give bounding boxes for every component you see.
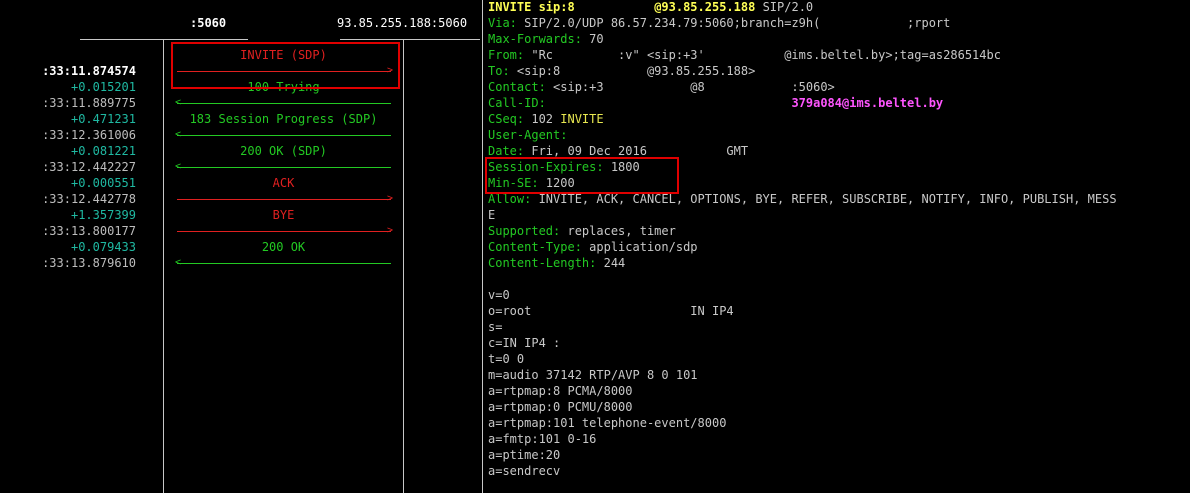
header-name: Allow:: [488, 192, 532, 206]
sip-request-line: INVITE sip:8 @93.85.255.188 SIP/2.0: [488, 0, 813, 15]
header-name: CSeq:: [488, 112, 525, 126]
lifeline-left: [163, 40, 164, 493]
sip-header: Call-ID: 379a084@ims.beltel.by: [488, 95, 943, 111]
header-name: Content-Length:: [488, 256, 597, 270]
masked-gap: [575, 0, 654, 14]
sdp-line: t=0 0: [488, 352, 525, 366]
message-label: 200 OK: [261, 240, 306, 254]
sip-header: Content-Type: application/sdp: [488, 239, 698, 255]
header-value: Fri, 09 Dec 2016 GMT: [524, 144, 749, 158]
sdp-line: a=rtpmap:8 PCMA/8000: [488, 384, 633, 398]
sip-header: Contact: <sip:+3 @8 :5060>: [488, 79, 835, 95]
sip-header: Supported: replaces, timer: [488, 223, 676, 239]
sdp-line: a=sendrecv: [488, 464, 561, 478]
timestamp: :33:13.879610: [42, 256, 136, 270]
sdp-line: c=IN IP4 :: [488, 336, 561, 350]
header-name: To:: [488, 64, 510, 78]
message-arrow: <: [175, 130, 391, 140]
header-value: replaces, timer: [560, 224, 676, 238]
timestamp: :33:11.874574: [42, 64, 136, 78]
timestamp: +0.000551: [70, 176, 136, 190]
header-name: Max-Forwards:: [488, 32, 582, 46]
sip-header: Via: SIP/2.0/UDP 86.57.234.79:5060;branc…: [488, 15, 950, 31]
arrow-left-icon: <: [175, 161, 182, 172]
header-value: "Rc :v" <sip:+3' @ims.beltel.by>;tag=as2…: [524, 48, 1001, 62]
header-value: INVITE, ACK, CANCEL, OPTIONS, BYE, REFER…: [531, 192, 1117, 206]
message-arrow: >: [177, 226, 393, 236]
cseq-method: INVITE: [560, 112, 604, 126]
participant-right-label: 93.85.255.188:5060: [337, 16, 468, 30]
header-value: [546, 96, 792, 110]
header-value: 102: [524, 112, 561, 126]
timestamp: +0.081221: [70, 144, 136, 158]
request-host: @93.85.255.188: [654, 0, 756, 14]
header-name: Contact:: [488, 80, 546, 94]
sdp-line: a=rtpmap:101 telephone-event/8000: [488, 416, 727, 430]
header-name: Date:: [488, 144, 525, 158]
timestamp: :33:12.442227: [42, 160, 136, 174]
sip-header: From: "Rc :v" <sip:+3' @ims.beltel.by>;t…: [488, 47, 1001, 63]
divider-line: [482, 0, 483, 493]
participant-right-underline: [340, 39, 480, 40]
arrow-right-icon: >: [386, 225, 393, 236]
message-arrow: <: [175, 98, 391, 108]
header-value: application/sdp: [581, 240, 698, 254]
timestamp: +0.079433: [70, 240, 136, 254]
sdp-line: s=: [488, 320, 503, 334]
sdp-line: v=0: [488, 288, 510, 302]
timestamp: :33:11.889775: [42, 96, 136, 110]
message-label: BYE: [272, 208, 295, 222]
message-label: 183 Session Progress (SDP): [189, 112, 378, 126]
participant-left-underline: [80, 39, 248, 40]
header-name: User-Agent:: [488, 128, 568, 142]
highlight-box-invite: [171, 42, 400, 89]
header-value: SIP/2.0/UDP 86.57.234.79:5060;branch=z9h…: [516, 16, 951, 30]
header-name: Via:: [488, 16, 517, 30]
arrow-right-icon: >: [386, 193, 393, 204]
header-value: <sip:8 @93.85.255.188>: [509, 64, 756, 78]
message-label: 200 OK (SDP): [240, 144, 327, 158]
header-name: Supported:: [488, 224, 561, 238]
sdp-line: a=fmtp:101 0-16: [488, 432, 597, 446]
header-name: Content-Type:: [488, 240, 582, 254]
sip-header: Content-Length: 244: [488, 255, 625, 271]
timestamp: +0.015201: [70, 80, 136, 94]
request-method: INVITE sip:8: [488, 0, 575, 14]
arrow-left-icon: <: [175, 97, 182, 108]
request-version: SIP/2.0: [755, 0, 814, 14]
message-arrow: <: [175, 162, 391, 172]
arrow-left-icon: <: [175, 257, 182, 268]
message-arrow: >: [177, 194, 393, 204]
header-value: 70: [581, 32, 604, 46]
sip-header: Max-Forwards: 70: [488, 31, 604, 47]
sip-header: User-Agent:: [488, 127, 567, 143]
arrow-left-icon: <: [175, 129, 182, 140]
message-arrow: <: [175, 258, 391, 268]
highlight-box-session-timers: [485, 157, 679, 194]
header-name: Call-ID:: [488, 96, 546, 110]
timestamp: +1.357399: [70, 208, 136, 222]
header-name: E: [488, 208, 496, 222]
timestamp: :33:13.800177: [42, 224, 136, 238]
sdp-line: a=ptime:20: [488, 448, 561, 462]
sdp-line: o=root IN IP4: [488, 304, 734, 318]
timestamp: :33:12.361006: [42, 128, 136, 142]
timestamp: +0.471231: [70, 112, 136, 126]
sip-header: CSeq: 102 INVITE: [488, 111, 604, 127]
lifeline-right: [403, 40, 404, 493]
header-name: From:: [488, 48, 525, 62]
header-value: 244: [596, 256, 626, 270]
sdp-line: m=audio 37142 RTP/AVP 8 0 101: [488, 368, 698, 382]
sdp-line: a=rtpmap:0 PCMU/8000: [488, 400, 633, 414]
timestamp: :33:12.442778: [42, 192, 136, 206]
sip-header: To: <sip:8 @93.85.255.188>: [488, 63, 755, 79]
call-id-value: 379a084@ims.beltel.by: [791, 96, 944, 110]
message-label: ACK: [272, 176, 295, 190]
header-value: <sip:+3 @8 :5060>: [545, 80, 835, 94]
sip-header: E: [488, 207, 495, 223]
participant-left-label: :5060: [190, 16, 227, 30]
